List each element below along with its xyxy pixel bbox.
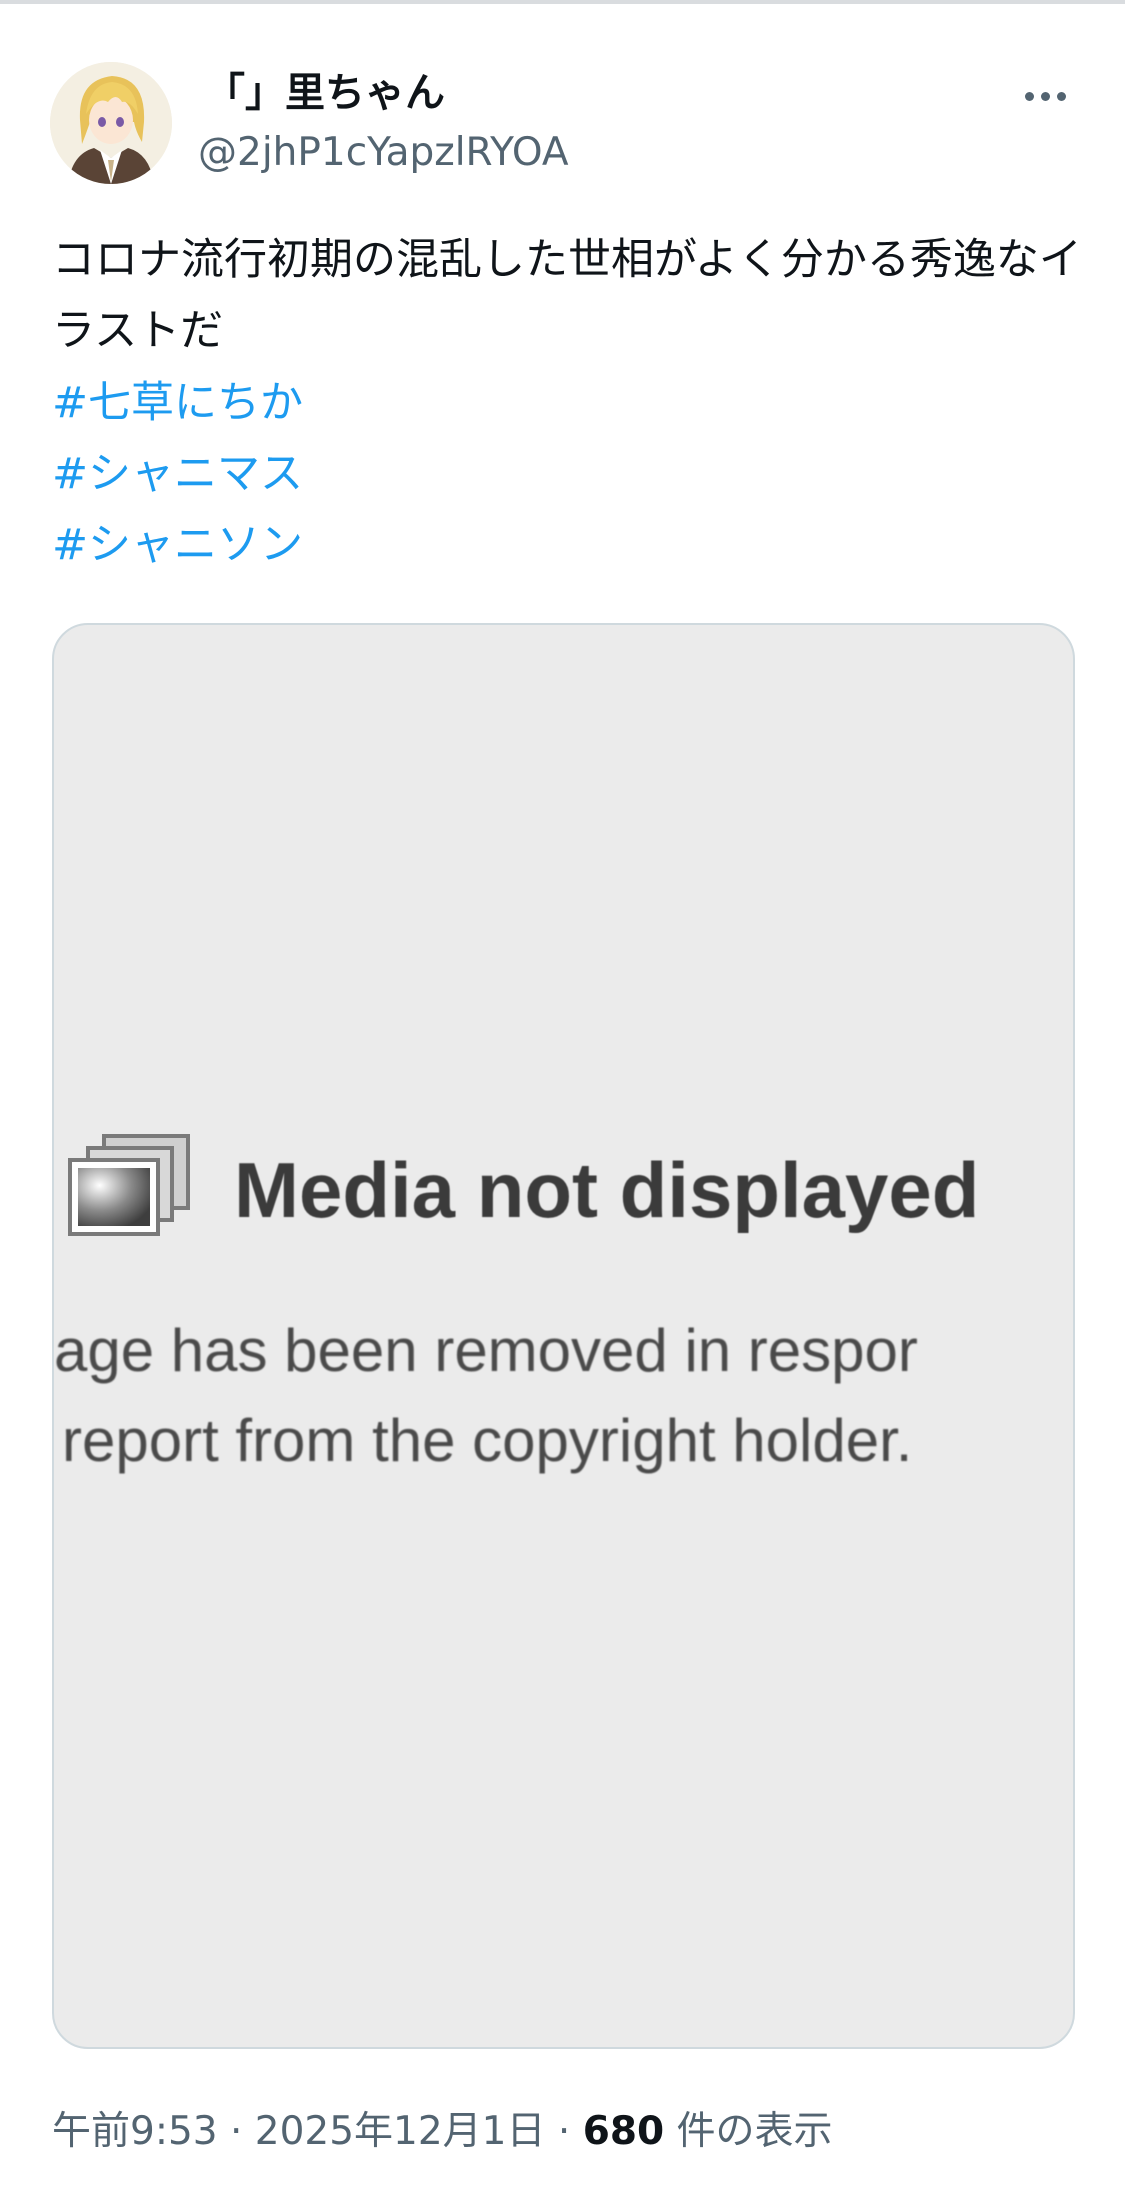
avatar-image [50, 62, 172, 184]
more-horizontal-icon-dot [1040, 91, 1050, 101]
image-placeholder-icon [68, 1134, 190, 1236]
hashtag-link[interactable]: #七草にちか [52, 368, 303, 439]
tweet-date[interactable]: 2025年12月1日 [255, 2109, 546, 2154]
media-removed-notice-line: report from the copyright holder. [62, 1407, 913, 1474]
hashtag-link[interactable]: #シャニソン [52, 510, 303, 581]
tweet-card: 「」里ちゃん @2jhP1cYapzlRYOA コロナ流行初期の混乱した世相がよ… [0, 0, 1125, 2202]
meta-separator: · [545, 2109, 583, 2154]
more-horizontal-icon-dot [1056, 91, 1066, 101]
media-removed-notice-line: age has been removed in respor [54, 1317, 918, 1384]
author-display-name[interactable]: 「」里ちゃん [205, 68, 445, 118]
meta-separator: · [217, 2109, 255, 2154]
hashtag-list: #七草にちか #シャニマス #シャニソン [52, 368, 303, 581]
tweet-meta: 午前9:53 · 2025年12月1日 · 680 件の表示 [52, 2104, 833, 2160]
tweet-time[interactable]: 午前9:53 [52, 2109, 218, 2154]
views-count[interactable]: 680 [583, 2109, 664, 2154]
more-options-button[interactable] [1010, 74, 1080, 118]
hashtag-link[interactable]: #シャニマス [52, 439, 303, 510]
tweet-text: コロナ流行初期の混乱した世相がよく分かる秀逸なイラストだ [52, 235, 1082, 356]
author-handle[interactable]: @2jhP1cYapzlRYOA [198, 128, 569, 178]
more-horizontal-icon [1024, 91, 1034, 101]
avatar[interactable] [50, 62, 172, 184]
views-label: 件の表示 [664, 2109, 833, 2154]
media-not-displayed-title: Media not displayed [234, 1146, 980, 1234]
media-card[interactable]: Media not displayed age has been removed… [52, 623, 1075, 2049]
